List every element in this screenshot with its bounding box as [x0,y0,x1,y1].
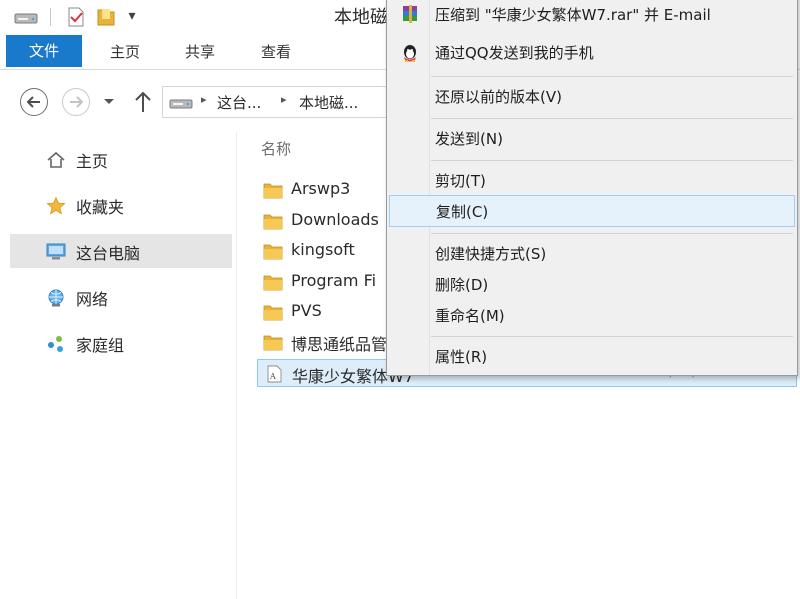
tab-share[interactable]: 共享 [170,34,230,70]
window-title: 本地磁 [334,7,388,28]
menu-separator [431,336,793,337]
recent-locations-dropdown[interactable] [102,92,116,112]
breadcrumb-separator[interactable]: ▸ [281,93,287,106]
menu-item-delete[interactable]: 删除(D) [389,269,795,301]
navigation-pane: 主页 收藏夹 这台电脑 网络 家庭组 [0,132,236,599]
menu-item-cut[interactable]: 剪切(T) [389,165,795,197]
breadcrumb-this-pc[interactable]: 这台... [217,92,261,113]
up-button[interactable] [132,88,154,116]
file-name: PVS [291,301,322,320]
menu-item-label: 发送到(N) [435,130,503,148]
menu-item-label: 属性(R) [435,348,488,366]
nav-item-label: 主页 [76,152,109,171]
menu-separator [431,118,793,119]
breadcrumb-separator[interactable]: ▸ [201,93,207,106]
nav-item-network[interactable]: 网络 [10,280,232,314]
nav-item-homegroup[interactable]: 家庭组 [10,326,232,360]
drive-icon [169,99,193,109]
menu-item-create-shortcut[interactable]: 创建快捷方式(S) [389,238,795,270]
menu-separator [431,160,793,161]
breadcrumb-local-disk[interactable]: 本地磁... [299,92,358,113]
menu-separator [431,233,793,234]
menu-item-label: 剪切(T) [435,172,486,190]
nav-item-label: 这台电脑 [76,244,141,263]
back-button[interactable] [20,88,48,116]
file-name: Arswp3 [291,179,351,198]
tab-home[interactable]: 主页 [96,34,154,70]
menu-item-send-via-qq[interactable]: 通过QQ发送到我的手机 [389,37,795,69]
menu-item-label: 重命名(M) [435,307,505,325]
file-name: Program Fi [291,271,377,290]
arrow-left-icon [26,96,40,108]
file-name: Downloads [291,210,379,229]
folder-icon [263,214,283,230]
computer-icon [46,243,66,260]
folder-icon [263,244,283,260]
star-icon [46,196,66,215]
file-name: kingsoft [291,240,355,259]
menu-item-rename[interactable]: 重命名(M) [389,300,795,332]
folder-icon [263,183,283,199]
network-icon [48,289,64,307]
folder-icon [263,305,283,321]
drive-icon[interactable] [14,6,38,28]
homegroup-icon [48,336,63,352]
tab-file[interactable]: 文件 [6,35,82,67]
folder-icon [263,335,283,351]
menu-item-label: 创建快捷方式(S) [435,245,547,263]
properties-icon[interactable] [66,6,86,28]
arrow-up-icon [135,91,151,112]
toolbar-separator [50,8,51,26]
nav-item-this-pc[interactable]: 这台电脑 [10,234,232,268]
address-bar[interactable]: ▸ 这台... ▸ 本地磁... [162,86,422,118]
menu-separator [431,76,793,77]
forward-button[interactable] [62,88,90,116]
font-file-icon: A [267,365,282,383]
menu-item-copy[interactable]: 复制(C) [389,195,795,227]
file-name: 博思通纸品管 [291,335,388,354]
qq-icon [404,45,416,62]
menu-item-send-to[interactable]: 发送到(N) [389,123,795,155]
folder-icon [263,275,283,291]
svg-text:A: A [269,372,276,381]
nav-item-label: 网络 [76,290,109,309]
nav-item-label: 收藏夹 [76,198,125,217]
nav-item-label: 家庭组 [76,336,125,355]
menu-item-label: 删除(D) [435,276,489,294]
tab-view[interactable]: 查看 [246,34,306,70]
menu-item-properties[interactable]: 属性(R) [389,341,795,373]
customize-toolbar-dropdown[interactable]: ▾ [124,5,140,27]
nav-item-home[interactable]: 主页 [10,142,232,176]
menu-item-label: 还原以前的版本(V) [435,88,562,106]
arrow-right-icon [70,96,84,108]
home-icon [47,151,65,168]
column-header-name[interactable]: 名称 [261,138,291,159]
context-menu: 压缩到 "华康少女繁体W7.rar" 并 E-mail 通过QQ发送到我的手机 … [386,0,798,376]
menu-item-label: 复制(C) [436,203,489,221]
menu-item-label: 通过QQ发送到我的手机 [435,44,594,62]
winrar-icon [403,5,417,23]
menu-item-compress-and-email[interactable]: 压缩到 "华康少女繁体W7.rar" 并 E-mail [389,0,795,31]
chevron-down-icon [104,99,114,104]
new-folder-icon[interactable] [96,6,116,28]
menu-item-restore-previous-versions[interactable]: 还原以前的版本(V) [389,81,795,113]
menu-item-label: 压缩到 "华康少女繁体W7.rar" 并 E-mail [435,6,711,24]
nav-item-favorites[interactable]: 收藏夹 [10,188,232,222]
